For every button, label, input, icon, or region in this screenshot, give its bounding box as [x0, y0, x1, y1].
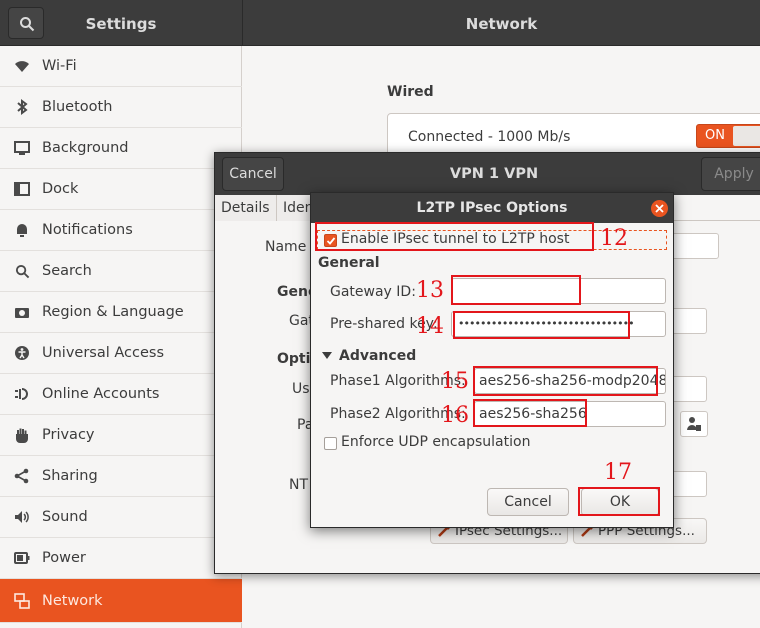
- annotation-number-16: 16: [441, 403, 469, 428]
- annotation-number-12: 12: [600, 226, 628, 251]
- vpn-dialog-title: VPN 1 VPN: [449, 166, 539, 182]
- sidebar-item-label: Wi-Fi: [42, 58, 77, 74]
- sidebar-item-wifi[interactable]: Wi-Fi: [0, 46, 242, 87]
- sidebar-item-label: Search: [42, 263, 92, 279]
- sidebar-item-universal-access[interactable]: Universal Access: [0, 333, 242, 374]
- sidebar-item-privacy[interactable]: Privacy: [0, 415, 242, 456]
- hand-icon: [12, 425, 32, 445]
- l2tp-dialog-title: L2TP IPsec Options: [416, 200, 568, 216]
- camera-icon: [12, 302, 32, 322]
- accessibility-icon: [12, 343, 32, 363]
- connection-status: Connected - 1000 Mb/s: [408, 129, 571, 145]
- bluetooth-icon: [12, 97, 32, 117]
- settings-title: Settings: [85, 15, 157, 33]
- sidebar-item-label: Notifications: [42, 222, 133, 238]
- general-heading: General: [318, 255, 380, 271]
- power-icon: [12, 548, 32, 568]
- sidebar-item-label: Power: [42, 550, 86, 566]
- toggle-label: ON: [705, 128, 725, 143]
- sidebar-item-search[interactable]: Search: [0, 251, 242, 292]
- search-icon: [12, 261, 32, 281]
- network-icon: [12, 591, 32, 611]
- online-accounts-icon: [12, 384, 32, 404]
- share-icon: [12, 466, 32, 486]
- name-label: Name: [265, 239, 307, 255]
- annotation-number-14: 14: [416, 314, 444, 339]
- phase2-field[interactable]: aes256-sha256: [474, 401, 666, 427]
- checkmark-icon: [326, 237, 336, 245]
- toggle-knob: [733, 126, 760, 146]
- sidebar-item-notifications[interactable]: Notifications: [0, 210, 242, 251]
- l2tp-ok-button[interactable]: OK: [581, 488, 659, 516]
- sidebar-item-bluetooth[interactable]: Bluetooth: [0, 87, 242, 128]
- bell-icon: [12, 220, 32, 240]
- sidebar-item-label: Background: [42, 140, 129, 156]
- sidebar-item-label: Region & Language: [42, 304, 184, 320]
- advanced-expander[interactable]: Advanced: [339, 348, 416, 364]
- sidebar-item-sound[interactable]: Sound: [0, 497, 242, 538]
- close-icon: [655, 204, 664, 213]
- enforce-udp-checkbox[interactable]: [324, 437, 337, 450]
- sidebar-item-dock[interactable]: Dock: [0, 169, 242, 210]
- password-options-button[interactable]: [680, 411, 708, 437]
- header-bar: Settings Network: [0, 0, 760, 46]
- wired-toggle[interactable]: ON: [696, 124, 760, 148]
- vpn-apply-button[interactable]: Apply: [701, 157, 760, 191]
- speaker-icon: [12, 507, 32, 527]
- password-icon: [687, 417, 701, 431]
- sidebar-item-label: Bluetooth: [42, 99, 113, 115]
- sidebar-item-label: Network: [42, 592, 103, 609]
- expander-triangle-icon: [322, 352, 332, 359]
- sidebar-item-label: Online Accounts: [42, 386, 160, 402]
- annotation-number-15: 15: [441, 369, 469, 394]
- sidebar-item-label: Dock: [42, 181, 79, 197]
- sidebar-item-region-language[interactable]: Region & Language: [0, 292, 242, 333]
- network-title: Network: [465, 15, 538, 33]
- wired-heading: Wired: [387, 84, 434, 100]
- gateway-id-field[interactable]: [451, 278, 666, 304]
- l2tp-cancel-button[interactable]: Cancel: [487, 488, 569, 516]
- gateway-id-label: Gateway ID:: [330, 284, 416, 300]
- sidebar-item-label: Sound: [42, 509, 88, 525]
- tab-details[interactable]: Details: [215, 195, 277, 221]
- sidebar-item-online-accounts[interactable]: Online Accounts: [0, 374, 242, 415]
- sidebar-item-label: Sharing: [42, 468, 98, 484]
- psk-field[interactable]: ••••••••••••••••••••••••••••••••: [451, 311, 666, 337]
- sidebar-item-label: Universal Access: [42, 345, 165, 361]
- enforce-udp-label[interactable]: Enforce UDP encapsulation: [341, 434, 530, 450]
- enable-ipsec-label[interactable]: Enable IPsec tunnel to L2TP host: [341, 231, 569, 247]
- sidebar-item-background[interactable]: Background: [0, 128, 242, 169]
- enable-ipsec-checkbox[interactable]: [324, 234, 337, 247]
- sidebar: Wi-Fi Bluetooth Background Dock Notifica…: [0, 46, 242, 628]
- wifi-icon: [12, 56, 32, 76]
- sidebar-item-network[interactable]: Network: [0, 579, 242, 623]
- background-icon: [12, 138, 32, 158]
- dock-icon: [12, 179, 32, 199]
- sidebar-item-power[interactable]: Power: [0, 538, 242, 579]
- sidebar-item-label: Privacy: [42, 427, 95, 443]
- annotation-number-17: 17: [604, 460, 632, 485]
- phase1-field[interactable]: aes256-sha256-modp2048: [474, 368, 666, 394]
- close-button[interactable]: [651, 200, 668, 217]
- annotation-number-13: 13: [416, 278, 444, 303]
- nt-domain-label: NT: [289, 477, 309, 493]
- sidebar-item-sharing[interactable]: Sharing: [0, 456, 242, 497]
